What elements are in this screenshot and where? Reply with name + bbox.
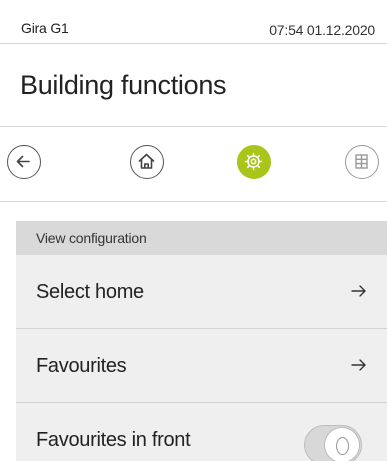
list-item-label: Favourites	[36, 355, 127, 377]
toggle-knob	[324, 427, 360, 461]
select-home-item[interactable]: Select home	[16, 255, 387, 329]
list-item-label: Favourites in front	[36, 429, 191, 451]
favourites-item[interactable]: Favourites	[16, 329, 387, 403]
clock: 07:54 01.12.2020	[269, 22, 375, 38]
section-header-label: View configuration	[36, 230, 147, 246]
status-bar: Gira G1 07:54 01.12.2020	[0, 0, 387, 44]
favourites-in-front-item: Favourites in front	[16, 403, 387, 461]
back-arrow-icon	[16, 155, 30, 168]
settings-gear-icon	[244, 152, 263, 171]
home-icon	[138, 153, 155, 169]
section-header: View configuration	[16, 221, 387, 255]
grid-view-button[interactable]	[345, 145, 379, 179]
settings-button[interactable]	[237, 145, 271, 179]
arrow-right-icon	[351, 285, 366, 297]
divider	[0, 126, 387, 127]
divider	[0, 201, 387, 202]
grid-icon	[355, 154, 368, 169]
arrow-right-icon	[351, 359, 366, 371]
page-title: Building functions	[20, 70, 227, 100]
list-item-label: Select home	[36, 281, 144, 303]
device-name: Gira G1	[21, 20, 69, 36]
settings-list: Select home Favourites Favourites in fro…	[16, 255, 387, 461]
home-button[interactable]	[130, 145, 164, 179]
favourites-in-front-toggle[interactable]	[304, 425, 362, 461]
back-button[interactable]	[7, 145, 41, 179]
